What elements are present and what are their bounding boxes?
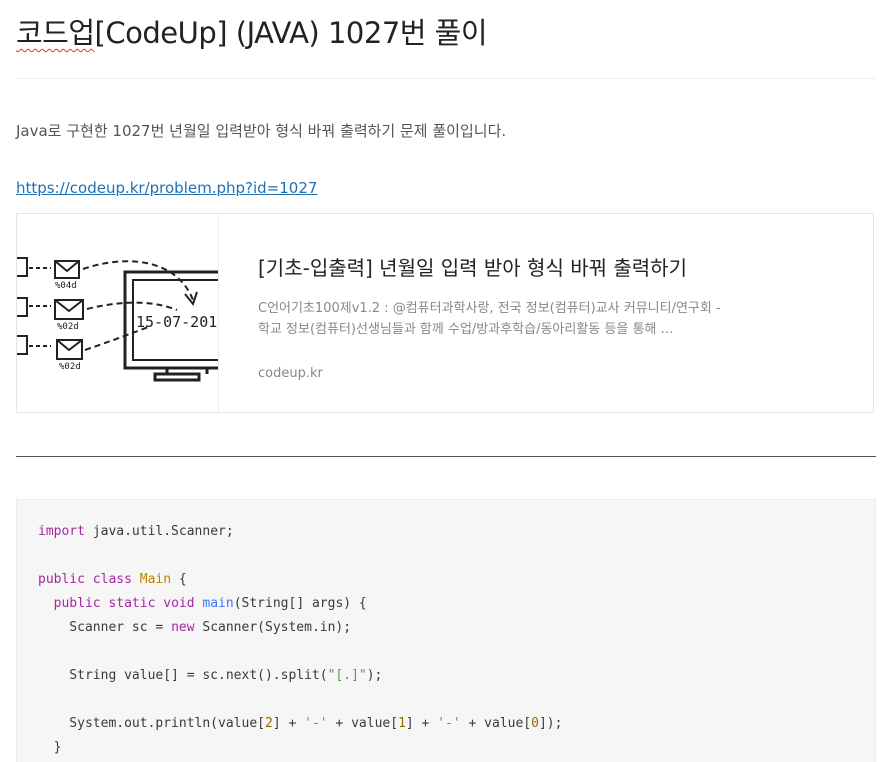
- screen-date-text: 15-07-2014: [136, 313, 218, 331]
- code-token: }: [38, 740, 62, 755]
- code-token: + value[: [460, 716, 532, 731]
- box-shape: [17, 297, 28, 317]
- post-title: 코드업[CodeUp] (JAVA) 1027번 풀이: [16, 10, 488, 52]
- post-title-rest: [CodeUp] (JAVA) 1027번 풀이: [94, 16, 488, 50]
- link-preview-card[interactable]: %04d %02d %02d 15-07-2014 [기초-입출력] 년월일 입…: [16, 213, 874, 413]
- code-token: "[.]": [327, 668, 367, 683]
- card-body: [기초-입출력] 년월일 입력 받아 형식 바꿔 출력하기 C언어기초100제v…: [258, 254, 728, 381]
- format-label: %04d: [55, 281, 77, 291]
- code-token: public: [53, 596, 101, 611]
- code-token: Scanner sc =: [38, 620, 172, 635]
- code-block[interactable]: import java.util.Scanner; public class Ma…: [16, 499, 876, 762]
- code-line: Scanner sc = new Scanner(System.in);: [38, 616, 854, 640]
- format-label: %02d: [59, 362, 81, 372]
- thumbnail-illustration: %04d %02d %02d 15-07-2014: [17, 257, 218, 382]
- code-token: Scanner(System.in);: [194, 620, 352, 635]
- horizontal-rule: [16, 456, 876, 457]
- format-label: %02d: [57, 322, 79, 332]
- code-token: '-': [304, 716, 328, 731]
- code-token: '-': [437, 716, 461, 731]
- code-token: (String[] args) {: [233, 596, 367, 611]
- code-line: import java.util.Scanner;: [38, 520, 854, 544]
- code-token: + value[: [327, 716, 399, 731]
- box-shape: [17, 257, 28, 277]
- code-token: import: [38, 524, 85, 539]
- card-description: C언어기초100제v1.2 : @컴퓨터과학사랑, 전국 정보(컴퓨터)교사 커…: [258, 301, 721, 337]
- box-shape: [17, 335, 28, 355]
- code-line: System.out.println(value[2] + '-' + valu…: [38, 712, 854, 736]
- card-thumbnail: %04d %02d %02d 15-07-2014: [17, 214, 219, 412]
- code-token: 0: [531, 716, 539, 731]
- code-token: String value[] = sc.next().split(: [38, 668, 328, 683]
- intro-text: Java로 구현한 1027번 년월일 입력받아 형식 바꿔 출력하기 문제 풀…: [16, 122, 507, 140]
- code-token: static: [108, 596, 156, 611]
- title-divider: [16, 78, 876, 79]
- code-token: class: [92, 572, 132, 587]
- code-token: public: [38, 572, 85, 587]
- code-token: Main: [139, 572, 172, 587]
- code-token: );: [366, 668, 383, 683]
- code-line: public class Main {: [38, 568, 854, 592]
- code-line: public static void main(String[] args) {: [38, 592, 854, 616]
- code-token: ] +: [405, 716, 438, 731]
- code-token: main: [202, 596, 234, 611]
- code-token: 2: [264, 716, 273, 731]
- post-title-prefix: 코드업: [16, 16, 95, 50]
- code-token: new: [171, 620, 195, 635]
- code-token: void: [163, 596, 195, 611]
- code-token: ] +: [272, 716, 305, 731]
- code-token: System.out.println(value[: [38, 716, 265, 731]
- code-token: {: [171, 572, 187, 587]
- card-domain: codeup.kr: [258, 366, 323, 381]
- blog-post: 코드업[CodeUp] (JAVA) 1027번 풀이 Java로 구현한 10…: [0, 0, 891, 762]
- code-line: String value[] = sc.next().split("[.]");: [38, 664, 854, 688]
- code-token: 1: [398, 716, 406, 731]
- code-token: ]);: [538, 716, 563, 731]
- problem-link[interactable]: https://codeup.kr/problem.php?id=1027: [16, 179, 317, 197]
- code-line: }: [38, 736, 854, 760]
- code-token: java.util.Scanner;: [84, 524, 234, 539]
- card-title[interactable]: [기초-입출력] 년월일 입력 받아 형식 바꿔 출력하기: [258, 254, 728, 282]
